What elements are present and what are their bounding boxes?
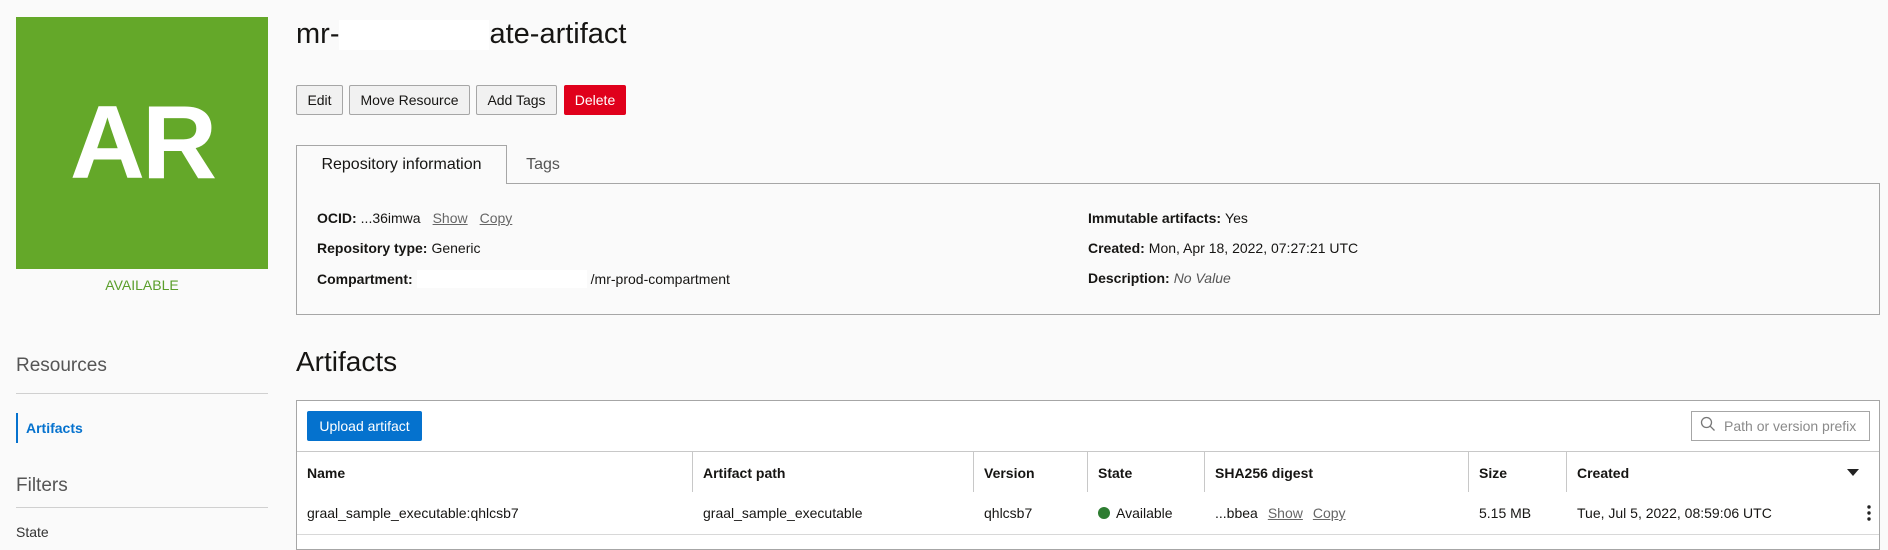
filters-heading: Filters xyxy=(16,475,68,496)
tab-repository-information[interactable]: Repository information xyxy=(296,145,507,184)
page-title: mr-ate-artifact xyxy=(296,18,626,51)
artifacts-heading: Artifacts xyxy=(296,346,398,377)
cell-state: Available xyxy=(1088,492,1205,534)
title-suffix: ate-artifact xyxy=(489,18,627,50)
description-value: No Value xyxy=(1173,270,1231,286)
immutable-value: Yes xyxy=(1225,210,1248,226)
state-value: Available xyxy=(1116,505,1173,521)
tab-tags[interactable]: Tags xyxy=(508,145,578,184)
immutable-label: Immutable artifacts: xyxy=(1088,210,1222,226)
digest-value: ...bbea xyxy=(1215,505,1258,521)
repository-type-label: Repository type: xyxy=(317,240,428,256)
ocid-value: ...36imwa xyxy=(360,210,421,226)
title-prefix: mr- xyxy=(296,18,340,50)
column-name[interactable]: Name xyxy=(297,452,693,493)
created-label: Created: xyxy=(1088,240,1145,256)
table-row[interactable]: graal_sample_executable:qhlcsb7 graal_sa… xyxy=(297,492,1879,535)
edit-button[interactable]: Edit xyxy=(296,85,343,115)
redaction-box xyxy=(416,270,587,288)
sidebar-item-label: Artifacts xyxy=(26,420,83,436)
column-artifact-path[interactable]: Artifact path xyxy=(693,452,974,493)
kebab-menu-icon xyxy=(1867,505,1871,521)
chevron-down-icon xyxy=(1847,468,1859,476)
compartment-row: Compartment: /mr-prod-compartment xyxy=(317,270,730,288)
search-box[interactable] xyxy=(1691,411,1870,441)
cell-created: Tue, Jul 5, 2022, 08:59:06 UTC xyxy=(1577,505,1772,521)
column-version[interactable]: Version xyxy=(974,452,1088,493)
repository-type-value: Generic xyxy=(431,240,481,256)
repository-type-row: Repository type: Generic xyxy=(317,240,481,256)
cell-artifact-path: graal_sample_executable xyxy=(703,505,863,521)
digest-show-link[interactable]: Show xyxy=(1268,505,1303,521)
row-actions-menu[interactable] xyxy=(1827,492,1879,534)
add-tags-button[interactable]: Add Tags xyxy=(476,85,557,115)
description-row: Description: No Value xyxy=(1088,270,1231,286)
delete-button[interactable]: Delete xyxy=(564,85,626,115)
redaction-box xyxy=(339,20,490,51)
sidebar-item-artifacts[interactable]: Artifacts xyxy=(16,413,83,443)
sort-chevron-down-icon[interactable] xyxy=(1827,452,1879,493)
created-row: Created: Mon, Apr 18, 2022, 07:27:21 UTC xyxy=(1088,240,1358,256)
cell-version: qhlcsb7 xyxy=(984,505,1033,521)
status-dot-icon xyxy=(1098,507,1110,519)
column-sha256-digest[interactable]: SHA256 digest xyxy=(1205,452,1469,493)
description-label: Description: xyxy=(1088,270,1170,286)
table-header: Name Artifact path Version State SHA256 … xyxy=(297,451,1879,494)
resources-heading: Resources xyxy=(16,355,107,376)
immutable-row: Immutable artifacts: Yes xyxy=(1088,210,1248,226)
resources-divider xyxy=(16,393,268,394)
status-label: AVAILABLE xyxy=(105,277,179,293)
avatar-initials: AR xyxy=(69,84,217,201)
resource-avatar: AR xyxy=(16,17,268,269)
filter-state-label: State xyxy=(16,524,49,540)
column-created[interactable]: Created xyxy=(1567,452,1827,493)
compartment-value: /mr-prod-compartment xyxy=(590,271,730,287)
ocid-row: OCID: ...36imwa Show Copy xyxy=(317,210,512,226)
cell-name: graal_sample_executable:qhlcsb7 xyxy=(307,505,519,521)
filters-divider xyxy=(16,507,268,508)
search-icon xyxy=(1700,416,1716,437)
cell-sha256-digest: ...bbea Show Copy xyxy=(1205,492,1469,534)
compartment-label: Compartment: xyxy=(317,271,413,287)
upload-artifact-button[interactable]: Upload artifact xyxy=(307,411,422,441)
column-size[interactable]: Size xyxy=(1469,452,1567,493)
created-value: Mon, Apr 18, 2022, 07:27:21 UTC xyxy=(1148,240,1359,256)
ocid-copy-link[interactable]: Copy xyxy=(480,210,513,226)
ocid-show-link[interactable]: Show xyxy=(433,210,468,226)
move-resource-button[interactable]: Move Resource xyxy=(349,85,470,115)
column-state[interactable]: State xyxy=(1088,452,1205,493)
search-input[interactable] xyxy=(1722,417,1866,435)
digest-copy-link[interactable]: Copy xyxy=(1313,505,1346,521)
ocid-label: OCID: xyxy=(317,210,357,226)
cell-size: 5.15 MB xyxy=(1479,505,1532,521)
